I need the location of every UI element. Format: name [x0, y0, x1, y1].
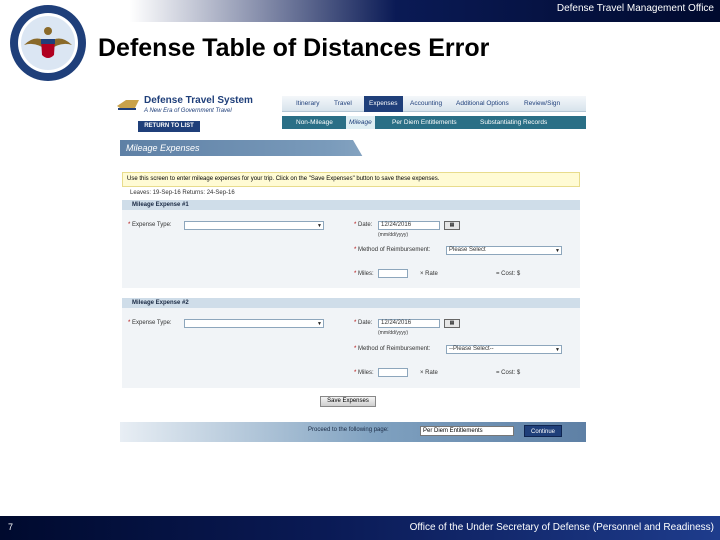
method-label: * Method of Reimbursement:	[354, 247, 431, 253]
chevron-down-icon: ▼	[317, 223, 322, 229]
expense-2-type-select[interactable]: ▼	[184, 319, 324, 328]
dod-seal-icon	[10, 5, 86, 81]
tab-itinerary[interactable]: Itinerary	[296, 96, 319, 112]
slide-header-bar: Defense Travel Management Office	[0, 0, 720, 22]
tab-travel[interactable]: Travel	[334, 96, 352, 112]
cost-label: = Cost: $	[496, 271, 521, 277]
proceed-label: Proceed to the following page:	[308, 427, 389, 433]
expense-1-header: Mileage Expense #1	[122, 200, 580, 210]
chevron-down-icon: ▼	[555, 347, 560, 353]
date-label: * Date:	[354, 222, 373, 228]
expense-type-label: * Expense Type:	[128, 222, 172, 228]
expense-type-label: * Expense Type:	[128, 320, 172, 326]
expense-1-type-select[interactable]: ▼	[184, 221, 324, 230]
tab-expenses[interactable]: Expenses	[364, 96, 403, 112]
expense-1-body: * Expense Type: ▼ * Date: 12/24/2016 ▦ (…	[122, 210, 580, 288]
expense-2-header: Mileage Expense #2	[122, 298, 580, 308]
info-message: Use this screen to enter mileage expense…	[122, 172, 580, 187]
expense-2-method-select[interactable]: --Please Select-- ▼	[446, 345, 562, 354]
return-to-list-button[interactable]: RETURN TO LIST	[138, 121, 200, 132]
date-label: * Date:	[354, 320, 373, 326]
miles-label: * Miles:	[354, 370, 374, 376]
dts-screenshot: Defense Travel System A New Era of Gover…	[110, 92, 586, 444]
tab-non-mileage[interactable]: Non-Mileage	[296, 116, 333, 129]
chevron-down-icon: ▼	[555, 248, 560, 254]
date-format-hint: (mm/dd/yyyy)	[378, 232, 408, 238]
tab-review-sign[interactable]: Review/Sign	[524, 96, 560, 112]
organization-name: Defense Travel Management Office	[556, 3, 714, 14]
rate-label: × Rate	[420, 370, 438, 376]
rate-label: × Rate	[420, 271, 438, 277]
date-format-hint: (mm/dd/yyyy)	[378, 330, 408, 336]
calendar-icon[interactable]: ▦	[444, 319, 460, 328]
tab-mileage[interactable]: Mileage	[346, 116, 375, 129]
expense-1-miles-input[interactable]	[378, 269, 408, 278]
dts-header: Defense Travel System A New Era of Gover…	[110, 92, 586, 132]
tab-accounting[interactable]: Accounting	[410, 96, 442, 112]
expense-1-method-select[interactable]: Please Select ▼	[446, 246, 562, 255]
tab-substantiating-records[interactable]: Substantiating Records	[480, 116, 547, 129]
dts-brand: Defense Travel System	[144, 95, 253, 106]
dts-tagline: A New Era of Government Travel	[144, 108, 232, 114]
expense-2-miles-input[interactable]	[378, 368, 408, 377]
dts-main-nav: Itinerary Travel Expenses Accounting Add…	[282, 96, 586, 112]
footer-text: Office of the Under Secretary of Defense…	[409, 522, 714, 533]
section-title: Mileage Expenses	[126, 143, 200, 153]
proceed-page-select[interactable]: Per Diem Entitlements	[420, 426, 514, 436]
expense-1-date-input[interactable]: 12/24/2016	[378, 221, 440, 230]
expense-2-body: * Expense Type: ▼ * Date: 12/24/2016 ▦ (…	[122, 308, 580, 388]
trip-dates: Leaves: 19-Sep-16 Returns: 24-Sep-16	[130, 190, 235, 196]
miles-label: * Miles:	[354, 271, 374, 277]
page-number: 7	[8, 522, 14, 532]
calendar-icon[interactable]: ▦	[444, 221, 460, 230]
slide-title: Defense Table of Distances Error	[98, 34, 490, 62]
dts-logo-icon	[117, 100, 139, 110]
expense-2-date-input[interactable]: 12/24/2016	[378, 319, 440, 328]
tab-additional-options[interactable]: Additional Options	[456, 96, 509, 112]
cost-label: = Cost: $	[496, 370, 521, 376]
chevron-down-icon: ▼	[317, 321, 322, 327]
save-expenses-button[interactable]: Save Expenses	[320, 396, 376, 407]
continue-button[interactable]: Continue	[524, 425, 562, 437]
tab-per-diem-entitlements[interactable]: Per Diem Entitlements	[392, 116, 457, 129]
dts-expense-subnav: Non-Mileage Mileage Per Diem Entitlement…	[282, 116, 586, 129]
method-label: * Method of Reimbursement:	[354, 346, 431, 352]
